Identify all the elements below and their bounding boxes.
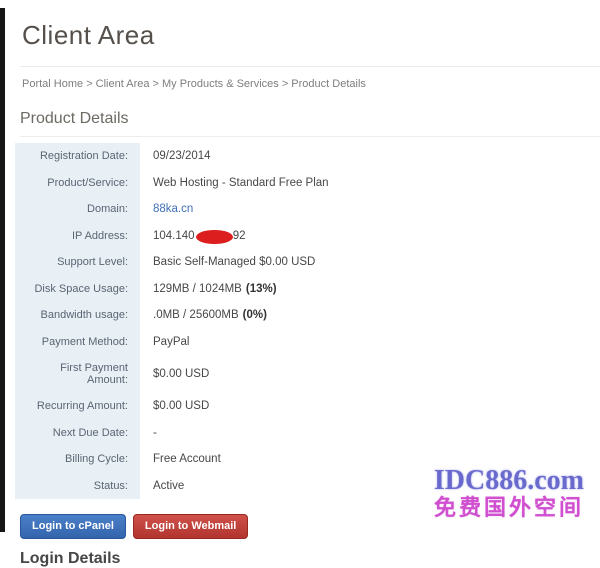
table-row-first-payment: First Payment Amount: $0.00 USD <box>15 355 420 393</box>
section-title-login-details: Login Details <box>20 550 600 568</box>
table-row-support-level: Support Level: Basic Self-Managed $0.00 … <box>15 249 420 276</box>
field-value: $0.00 USD <box>140 368 209 380</box>
table-row-recurring-amount: Recurring Amount: $0.00 USD <box>15 393 420 420</box>
table-row-payment-method: Payment Method: PayPal <box>15 329 420 356</box>
ip-redaction-blob <box>196 230 233 244</box>
product-details-table: Registration Date: 09/23/2014 Product/Se… <box>15 143 420 499</box>
field-label: First Payment Amount: <box>15 355 140 393</box>
field-value: $0.00 USD <box>140 400 209 412</box>
field-label: Domain: <box>15 196 140 223</box>
field-label: Bandwidth usage: <box>15 302 140 329</box>
field-value: Web Hosting - Standard Free Plan <box>140 177 329 189</box>
action-buttons: Login to cPanel Login to Webmail <box>20 514 600 539</box>
login-to-cpanel-button[interactable]: Login to cPanel <box>20 514 126 539</box>
field-value: Free Account <box>140 453 221 465</box>
table-row-registration-date: Registration Date: 09/23/2014 <box>15 143 420 170</box>
main-content: Client Area Portal Home > Client Area > … <box>15 0 600 568</box>
field-label: Payment Method: <box>15 329 140 356</box>
field-value: Basic Self-Managed $0.00 USD <box>140 256 315 268</box>
bandwidth-usage-percent: (0%) <box>243 309 267 321</box>
field-value: - <box>140 427 157 439</box>
page-title: Client Area <box>22 20 600 51</box>
domain-link[interactable]: 88ka.cn <box>153 203 193 215</box>
field-label: Recurring Amount: <box>15 393 140 420</box>
bandwidth-usage-text: .0MB / 25600MB <box>153 309 239 321</box>
field-value: 104.140.92 <box>140 229 246 243</box>
table-row-bandwidth: Bandwidth usage: .0MB / 25600MB (0%) <box>15 302 420 329</box>
login-to-webmail-button[interactable]: Login to Webmail <box>133 514 248 539</box>
field-value: 88ka.cn <box>140 203 193 215</box>
table-row-ip-address: IP Address: 104.140.92 <box>15 223 420 250</box>
field-label: Registration Date: <box>15 143 140 170</box>
field-value: PayPal <box>140 336 189 348</box>
field-label: Billing Cycle: <box>15 446 140 473</box>
table-row-billing-cycle: Billing Cycle: Free Account <box>15 446 420 473</box>
disk-usage-percent: (13%) <box>246 283 277 295</box>
header-divider <box>20 66 600 67</box>
section-title-product-details: Product Details <box>20 110 600 137</box>
table-row-disk-space: Disk Space Usage: 129MB / 1024MB (13%) <box>15 276 420 303</box>
field-label: Status: <box>15 473 140 500</box>
ip-prefix: 104.140 <box>153 230 195 242</box>
field-value: Active <box>140 480 184 492</box>
field-value: 09/23/2014 <box>140 150 211 162</box>
field-label: Product/Service: <box>15 170 140 197</box>
left-edge-strip <box>0 8 5 532</box>
field-label: Support Level: <box>15 249 140 276</box>
field-label: Next Due Date: <box>15 420 140 447</box>
table-row-next-due-date: Next Due Date: - <box>15 420 420 447</box>
field-label: IP Address: <box>15 223 140 250</box>
table-row-domain: Domain: 88ka.cn <box>15 196 420 223</box>
table-row-status: Status: Active <box>15 473 420 500</box>
disk-usage-text: 129MB / 1024MB <box>153 283 242 295</box>
table-row-product-service: Product/Service: Web Hosting - Standard … <box>15 170 420 197</box>
field-value: .0MB / 25600MB (0%) <box>140 309 267 321</box>
breadcrumb[interactable]: Portal Home > Client Area > My Products … <box>22 78 600 90</box>
field-label: Disk Space Usage: <box>15 276 140 303</box>
field-value: 129MB / 1024MB (13%) <box>140 283 277 295</box>
